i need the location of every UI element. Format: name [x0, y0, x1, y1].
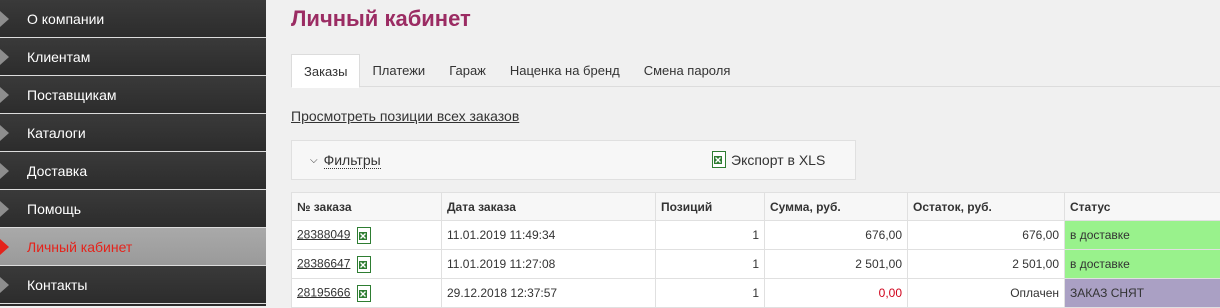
balance-cell: 2 501,00	[908, 250, 1065, 279]
export-xls-button[interactable]: Экспорт в XLS	[712, 151, 825, 168]
status-cell: ЗАКАЗ СНЯТ	[1065, 279, 1220, 308]
sidebar-item-about[interactable]: О компании	[0, 0, 266, 38]
order-number-cell: 28386647	[292, 250, 442, 279]
sidebar-item-suppliers[interactable]: Поставщикам	[0, 76, 266, 114]
table-header-row: № заказа Дата заказа Позиций Сумма, руб.…	[292, 193, 1220, 221]
sidebar-item-label: О компании	[27, 11, 104, 27]
tab-brand-markup[interactable]: Наценка на бренд	[498, 54, 632, 87]
status-cell: в доставке	[1065, 250, 1220, 279]
sidebar-menu: О компании Клиентам Поставщикам Каталоги…	[0, 0, 266, 306]
order-date-cell: 11.01.2019 11:49:34	[442, 221, 656, 250]
filter-bar: ⌵ Фильтры Экспорт в XLS	[291, 140, 856, 180]
excel-icon	[712, 151, 726, 168]
order-date-cell: 29.12.2018 12:37:57	[442, 279, 656, 308]
balance-cell: Оплачен	[908, 279, 1065, 308]
balance-cell: 676,00	[908, 221, 1065, 250]
status-cell: в доставке	[1065, 221, 1220, 250]
positions-cell: 1	[656, 250, 765, 279]
sidebar-item-contacts[interactable]: Контакты	[0, 266, 266, 304]
positions-cell: 1	[656, 221, 765, 250]
col-sum[interactable]: Сумма, руб.	[765, 193, 908, 221]
sidebar-item-account[interactable]: Личный кабинет	[0, 228, 266, 266]
sum-cell: 2 501,00	[765, 250, 908, 279]
col-balance[interactable]: Остаток, руб.	[908, 193, 1065, 221]
sidebar-item-delivery[interactable]: Доставка	[0, 152, 266, 190]
sidebar-item-label: Контакты	[27, 277, 87, 293]
export-label: Экспорт в XLS	[731, 152, 825, 168]
order-link[interactable]: 28388049	[297, 227, 350, 241]
main-content: Личный кабинет Заказы Платежи Гараж Наце…	[266, 0, 1220, 306]
col-status[interactable]: Статус	[1065, 193, 1220, 221]
excel-icon[interactable]	[357, 227, 371, 244]
order-date-cell: 11.01.2019 11:27:08	[442, 250, 656, 279]
col-order-date[interactable]: Дата заказа	[442, 193, 656, 221]
order-number-cell: 28195666	[292, 279, 442, 308]
tab-bar: Заказы Платежи Гараж Наценка на бренд См…	[291, 54, 1220, 87]
order-number-cell: 28388049	[292, 221, 442, 250]
tab-change-password[interactable]: Смена пароля	[632, 54, 743, 87]
arrow-icon	[0, 201, 9, 217]
chevron-down-icon: ⌵	[310, 155, 318, 166]
sidebar-item-label: Поставщикам	[27, 87, 117, 103]
tab-orders[interactable]: Заказы	[291, 54, 360, 88]
filters-toggle[interactable]: ⌵ Фильтры	[310, 152, 381, 169]
order-link[interactable]: 28386647	[297, 256, 350, 270]
tab-garage[interactable]: Гараж	[437, 54, 498, 87]
tab-payments[interactable]: Платежи	[360, 54, 437, 87]
sidebar-item-clients[interactable]: Клиентам	[0, 38, 266, 76]
arrow-icon	[0, 87, 9, 103]
sidebar-item-catalogs[interactable]: Каталоги	[0, 114, 266, 152]
all-orders-positions-link[interactable]: Просмотреть позиции всех заказов	[291, 108, 519, 124]
filters-label: Фильтры	[324, 152, 381, 169]
sidebar-item-label: Доставка	[27, 163, 87, 179]
sum-cell: 0,00	[765, 279, 908, 308]
arrow-icon	[0, 163, 9, 179]
orders-table: № заказа Дата заказа Позиций Сумма, руб.…	[291, 192, 1220, 308]
arrow-icon	[0, 277, 9, 293]
sidebar-item-label: Клиентам	[27, 49, 90, 65]
page-title: Личный кабинет	[291, 6, 471, 32]
col-positions[interactable]: Позиций	[656, 193, 765, 221]
sidebar-item-help[interactable]: Помощь	[0, 190, 266, 228]
arrow-icon	[0, 239, 9, 255]
positions-cell: 1	[656, 279, 765, 308]
arrow-icon	[0, 49, 9, 65]
table-row: 28388049 11.01.2019 11:49:34 1 676,00 67…	[292, 221, 1220, 250]
excel-icon[interactable]	[357, 285, 371, 302]
order-link[interactable]: 28195666	[297, 285, 350, 299]
sum-cell: 676,00	[765, 221, 908, 250]
sidebar-item-label: Помощь	[27, 201, 81, 217]
col-order-number[interactable]: № заказа	[292, 193, 442, 221]
excel-icon[interactable]	[357, 256, 371, 273]
arrow-icon	[0, 125, 9, 141]
sidebar-item-label: Каталоги	[27, 125, 86, 141]
table-row: 28195666 29.12.2018 12:37:57 1 0,00 Опла…	[292, 279, 1220, 308]
arrow-icon	[0, 11, 9, 27]
table-row: 28386647 11.01.2019 11:27:08 1 2 501,00 …	[292, 250, 1220, 279]
sidebar-item-label: Личный кабинет	[27, 239, 132, 255]
